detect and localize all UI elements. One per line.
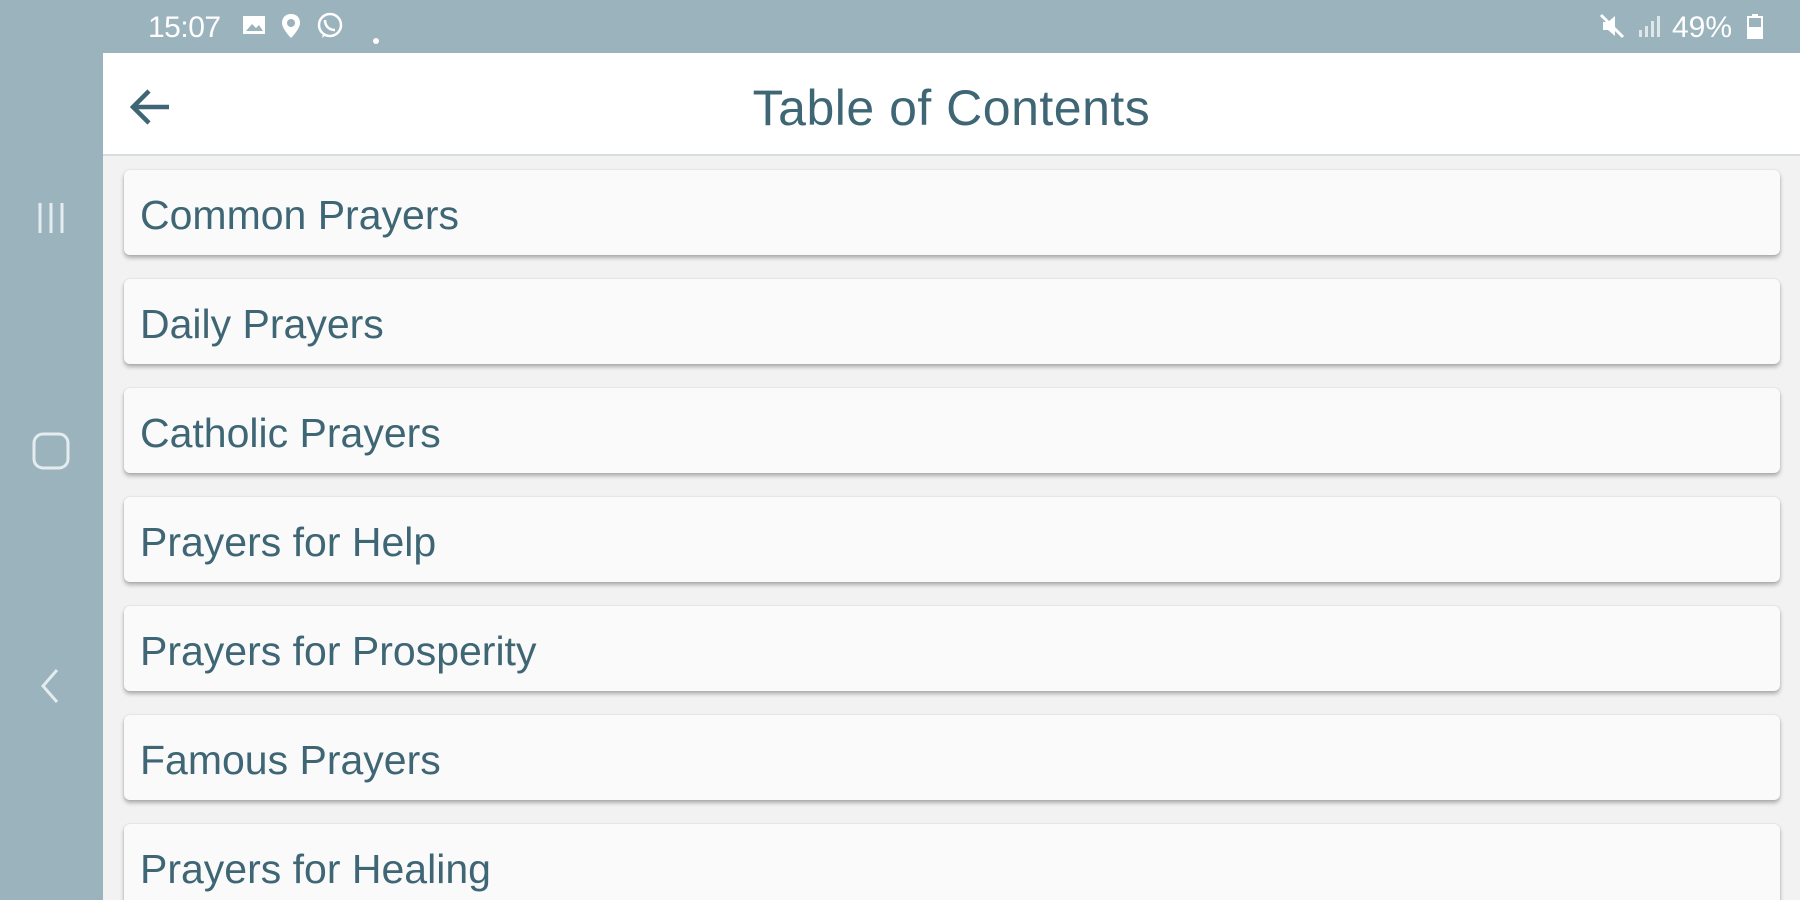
- battery-percent: 49%: [1671, 11, 1732, 44]
- list-item-daily-prayers[interactable]: Daily Prayers: [124, 279, 1780, 364]
- page-title: Table of Contents: [752, 80, 1151, 136]
- list-item-label: Prayers for Prosperity: [140, 628, 537, 674]
- location-pin-icon: [279, 12, 303, 48]
- toolbar: Table of Contents: [103, 53, 1800, 156]
- list-item-famous-prayers[interactable]: Famous Prayers: [124, 715, 1780, 800]
- list-item-label: Prayers for Healing: [140, 846, 491, 892]
- dot-icon: [371, 20, 381, 54]
- status-time: 15:07: [148, 11, 221, 44]
- contents-list: Common Prayers Daily Prayers Catholic Pr…: [124, 170, 1780, 900]
- list-item-catholic-prayers[interactable]: Catholic Prayers: [124, 388, 1780, 473]
- mute-icon: [1598, 12, 1626, 48]
- recent-apps-icon[interactable]: [27, 194, 75, 242]
- signal-icon: [1636, 12, 1664, 48]
- home-icon[interactable]: [27, 427, 75, 475]
- battery-icon: [1746, 12, 1764, 48]
- list-item-prayers-for-help[interactable]: Prayers for Help: [124, 497, 1780, 582]
- list-item-label: Catholic Prayers: [140, 410, 441, 456]
- list-item-label: Prayers for Help: [140, 519, 437, 565]
- status-bar: 15:07 49%: [103, 0, 1800, 53]
- list-item-label: Daily Prayers: [140, 301, 384, 347]
- screen: 15:07 49% Table of Contents Common Praye…: [0, 0, 1800, 900]
- viber-icon: [316, 12, 344, 48]
- back-icon[interactable]: [27, 662, 75, 710]
- app-window: Table of Contents Common Prayers Daily P…: [103, 53, 1800, 900]
- list-item-prayers-for-prosperity[interactable]: Prayers for Prosperity: [124, 606, 1780, 691]
- list-item-label: Common Prayers: [140, 192, 459, 238]
- list-item-label: Famous Prayers: [140, 737, 441, 783]
- image-icon: [241, 12, 267, 46]
- list-item-common-prayers[interactable]: Common Prayers: [124, 170, 1780, 255]
- list-item-prayers-for-healing[interactable]: Prayers for Healing: [124, 824, 1780, 900]
- navigation-bar: [0, 53, 103, 900]
